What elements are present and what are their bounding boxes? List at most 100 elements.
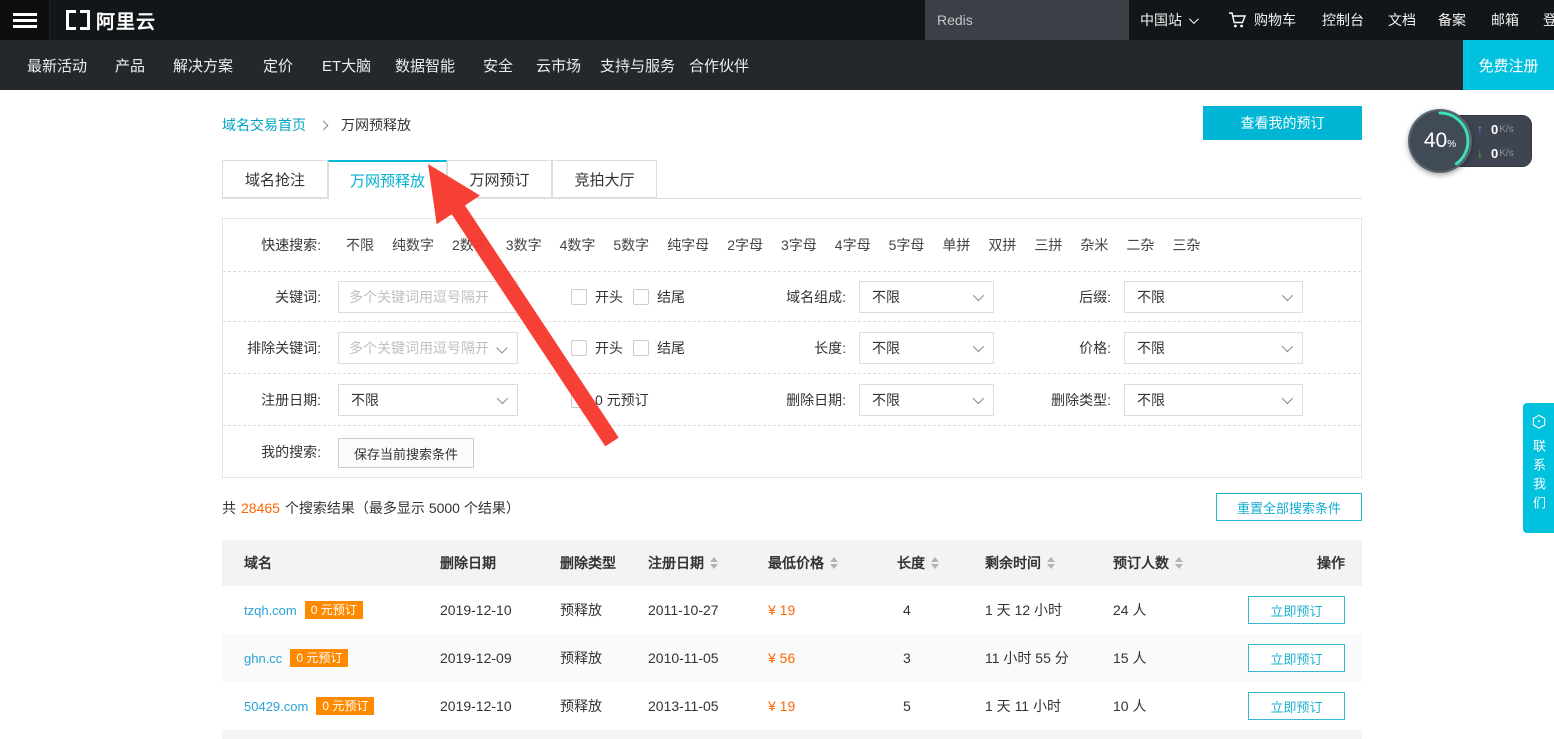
domain-link[interactable]: 50429.com bbox=[244, 699, 308, 714]
quick-option[interactable]: 杂米 bbox=[1080, 235, 1108, 255]
download-value: 0 bbox=[1491, 146, 1498, 161]
beian-link[interactable]: 备案 bbox=[1438, 0, 1466, 40]
upload-speed-row: ↑ 0 K/s bbox=[1477, 117, 1531, 141]
nav-item-solutions[interactable]: 解决方案 bbox=[173, 40, 233, 90]
nav-item-et-brain[interactable]: ET大脑 bbox=[322, 40, 371, 90]
nav-item-pricing[interactable]: 定价 bbox=[263, 40, 293, 90]
suffix-select[interactable]: 不限 bbox=[1124, 281, 1303, 313]
results-count: 28465 bbox=[241, 500, 280, 516]
gauge-percent: 40 bbox=[1424, 129, 1447, 153]
console-link[interactable]: 控制台 bbox=[1322, 0, 1364, 40]
exclude-end-checkbox[interactable]: 结尾 bbox=[633, 322, 685, 373]
region-selector[interactable]: 中国站 bbox=[1140, 0, 1196, 40]
sort-icon[interactable] bbox=[1175, 557, 1183, 569]
quick-option[interactable]: 3字母 bbox=[781, 235, 817, 255]
deldate-value: 不限 bbox=[872, 390, 900, 410]
cell-register-date: 2011-10-27 bbox=[648, 586, 719, 634]
view-my-orders-button[interactable]: 查看我的预订 bbox=[1203, 106, 1362, 140]
tab-auction-hall[interactable]: 竞拍大厅 bbox=[552, 160, 657, 198]
tab-wanwang-reserve[interactable]: 万网预订 bbox=[447, 160, 552, 198]
quick-search-row: 快速搜索: 不限 纯数字 2数字 3数字 4数字 5数字 纯字母 2字母 3字母… bbox=[223, 219, 1361, 271]
save-search-button[interactable]: 保存当前搜索条件 bbox=[338, 438, 474, 468]
reset-filters-button[interactable]: 重置全部搜索条件 bbox=[1216, 493, 1362, 521]
keyword-input[interactable] bbox=[338, 281, 518, 313]
sort-icon[interactable] bbox=[1047, 557, 1055, 569]
gauge-percent-unit: % bbox=[1447, 139, 1456, 150]
domain-link[interactable]: tzqh.com bbox=[244, 603, 297, 618]
breadcrumb: 域名交易首页 万网预释放 bbox=[222, 114, 411, 136]
nav-item-data-intelligence[interactable]: 数据智能 bbox=[395, 40, 455, 90]
nav-item-security[interactable]: 安全 bbox=[483, 40, 513, 90]
nav-item-activities[interactable]: 最新活动 bbox=[27, 40, 87, 90]
quick-option[interactable]: 纯数字 bbox=[392, 235, 434, 255]
nav-item-products[interactable]: 产品 bbox=[115, 40, 145, 90]
mail-link[interactable]: 邮箱 bbox=[1491, 0, 1519, 40]
download-speed-row: ↓ 0 K/s bbox=[1477, 141, 1531, 165]
sort-icon[interactable] bbox=[830, 557, 838, 569]
cell-delete-date: 2019-12-10 bbox=[440, 586, 512, 634]
order-now-button[interactable]: 立即预订 bbox=[1248, 692, 1345, 720]
breadcrumb-home-link[interactable]: 域名交易首页 bbox=[222, 115, 306, 135]
quick-option[interactable]: 5字母 bbox=[889, 235, 925, 255]
keyword-end-checkbox[interactable]: 结尾 bbox=[633, 272, 685, 321]
checkbox-icon[interactable] bbox=[633, 289, 649, 305]
free-register-button[interactable]: 免费注册 bbox=[1463, 40, 1554, 90]
quick-option[interactable]: 4数字 bbox=[560, 235, 596, 255]
exclude-keyword-input[interactable] bbox=[338, 332, 518, 364]
cell-delete-type: 预释放 bbox=[560, 682, 602, 730]
nav-item-partners[interactable]: 合作伙伴 bbox=[689, 40, 749, 90]
cell-remaining-time: 11 小时 55 分 bbox=[985, 634, 1069, 682]
nav-item-marketplace[interactable]: 云市场 bbox=[536, 40, 581, 90]
tab-wanwang-prerelease[interactable]: 万网预释放 bbox=[328, 160, 447, 199]
cell-delete-date: 2019-12-10 bbox=[440, 682, 512, 730]
my-search-row: 我的搜索: 保存当前搜索条件 bbox=[223, 425, 1361, 478]
quick-option[interactable]: 单拼 bbox=[942, 235, 970, 255]
chevron-down-icon bbox=[497, 393, 508, 404]
deltype-value: 不限 bbox=[1137, 390, 1165, 410]
price-select[interactable]: 不限 bbox=[1124, 332, 1303, 364]
search-input[interactable] bbox=[925, 12, 1130, 28]
col-label: 长度 bbox=[897, 553, 925, 573]
quick-option[interactable]: 二杂 bbox=[1126, 235, 1154, 255]
checkbox-icon[interactable] bbox=[633, 340, 649, 356]
checkbox-icon[interactable] bbox=[571, 340, 587, 356]
exclude-start-checkbox[interactable]: 开头 bbox=[571, 322, 623, 373]
nav-item-support[interactable]: 支持与服务 bbox=[600, 40, 675, 90]
keyword-start-checkbox[interactable]: 开头 bbox=[571, 272, 623, 321]
order-now-button[interactable]: 立即预订 bbox=[1248, 644, 1345, 672]
sort-icon[interactable] bbox=[710, 557, 718, 569]
breadcrumb-current: 万网预释放 bbox=[341, 115, 411, 135]
top-search-box[interactable] bbox=[925, 0, 1129, 40]
sort-icon[interactable] bbox=[931, 557, 939, 569]
zero-yuan-checkbox[interactable]: 0 元预订 bbox=[571, 374, 649, 425]
deltype-label: 删除类型: bbox=[961, 374, 1111, 425]
checkbox-label: 开头 bbox=[595, 287, 623, 307]
order-now-button[interactable]: 立即预订 bbox=[1248, 596, 1345, 624]
quick-option[interactable]: 2数字 bbox=[452, 235, 488, 255]
regdate-select[interactable]: 不限 bbox=[338, 384, 518, 416]
quick-option[interactable]: 三杂 bbox=[1172, 235, 1200, 255]
checkbox-icon[interactable] bbox=[571, 392, 587, 408]
exclude-keyword-row: 排除关键词: 开头 结尾 长度: 不限 价格: 不限 bbox=[223, 321, 1361, 373]
quick-option[interactable]: 三拼 bbox=[1034, 235, 1062, 255]
quick-option[interactable]: 4字母 bbox=[835, 235, 871, 255]
customer-service-icon bbox=[1530, 413, 1548, 431]
quick-option[interactable]: 纯字母 bbox=[667, 235, 709, 255]
quick-option[interactable]: 不限 bbox=[346, 235, 374, 255]
download-arrow-icon: ↓ bbox=[1477, 146, 1491, 160]
domain-link[interactable]: ghn.cc bbox=[244, 651, 282, 666]
deltype-select[interactable]: 不限 bbox=[1124, 384, 1303, 416]
quick-option[interactable]: 5数字 bbox=[613, 235, 649, 255]
quick-option[interactable]: 3数字 bbox=[506, 235, 542, 255]
brand-logo[interactable]: 阿里云 bbox=[66, 0, 156, 40]
memory-gauge[interactable]: 40 % bbox=[1408, 109, 1472, 173]
quick-option[interactable]: 双拼 bbox=[988, 235, 1016, 255]
contact-us-tab[interactable]: 联系我们 bbox=[1523, 403, 1554, 533]
quick-option[interactable]: 2字母 bbox=[727, 235, 763, 255]
hamburger-menu-button[interactable] bbox=[0, 0, 50, 40]
tab-domain-snatch[interactable]: 域名抢注 bbox=[222, 160, 328, 198]
checkbox-icon[interactable] bbox=[571, 289, 587, 305]
login-link[interactable]: 登 bbox=[1543, 0, 1554, 40]
cart-link[interactable]: 购物车 bbox=[1228, 0, 1296, 40]
docs-link[interactable]: 文档 bbox=[1388, 0, 1416, 40]
